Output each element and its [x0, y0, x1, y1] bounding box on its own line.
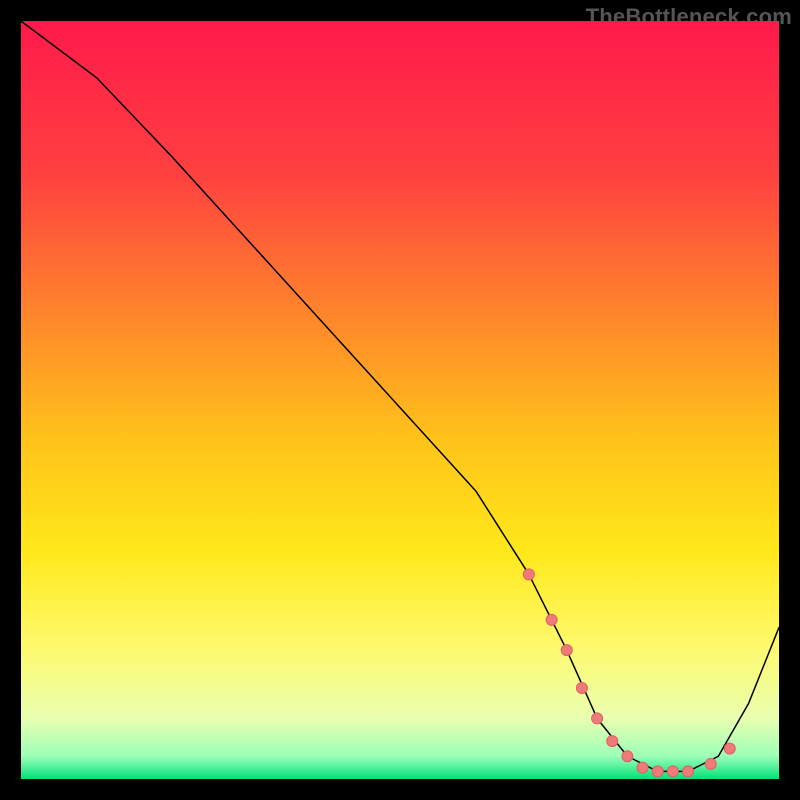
plot-area: [21, 21, 779, 779]
marker-dot: [607, 736, 618, 747]
chart-svg: [21, 21, 779, 779]
marker-dot: [652, 766, 663, 777]
chart-container: TheBottleneck.com: [0, 0, 800, 800]
gradient-background: [21, 21, 779, 779]
marker-dot: [622, 751, 633, 762]
marker-dot: [667, 766, 678, 777]
marker-dot: [705, 758, 716, 769]
marker-dot: [523, 569, 534, 580]
marker-dot: [561, 645, 572, 656]
marker-dot: [576, 683, 587, 694]
marker-dot: [546, 614, 557, 625]
marker-dot: [592, 713, 603, 724]
marker-dot: [637, 762, 648, 773]
marker-dot: [683, 766, 694, 777]
marker-dot: [724, 743, 735, 754]
